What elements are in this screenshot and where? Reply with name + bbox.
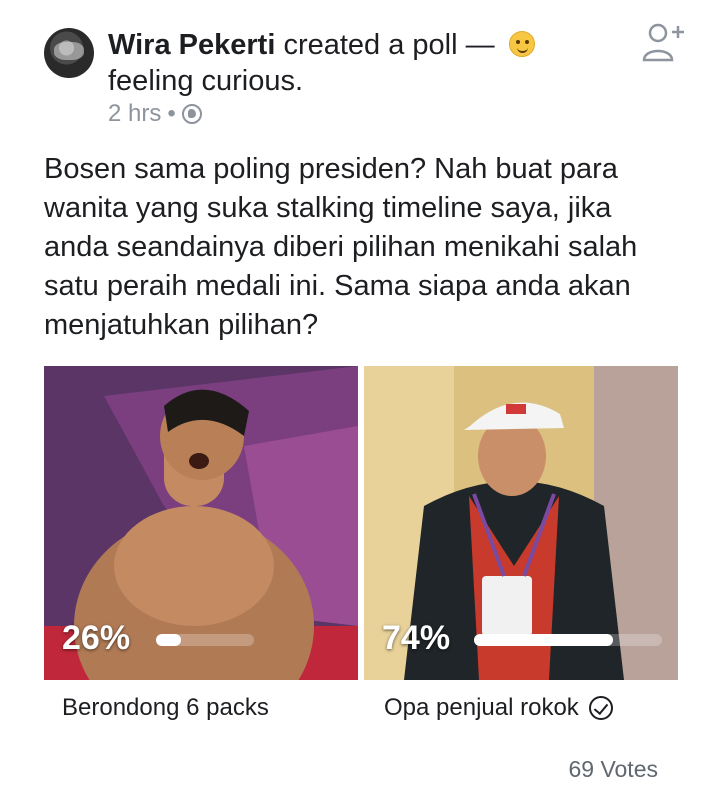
poll-option-percent: 74% [382, 619, 451, 657]
avatar[interactable] [44, 28, 94, 78]
poll-progress-track [156, 634, 254, 646]
post-action-text: created a poll — [283, 29, 495, 61]
timestamp[interactable]: 2 hrs [108, 99, 161, 129]
post-body-text: Bosen sama poling presiden? Nah buat par… [44, 153, 638, 341]
post-card: Wira Pekerti created a poll — feeling cu… [0, 0, 720, 798]
poll-option-percent: 26% [62, 619, 131, 657]
checkmark-icon [588, 696, 613, 720]
globe-icon[interactable] [181, 104, 202, 124]
poll-option-1[interactable]: 26% [44, 366, 358, 680]
smiley-icon [508, 31, 535, 57]
meta-separator: • [167, 100, 176, 127]
poll-option-label[interactable]: Berondong 6 packs [62, 694, 269, 722]
author-name[interactable]: Wira Pekerti [108, 29, 275, 61]
votes-count[interactable]: 69 Votes [568, 756, 658, 783]
post-header: Wira Pekerti created a poll — [108, 26, 535, 64]
poll-option-label-text: Berondong 6 packs [62, 694, 269, 721]
poll-progress-fill [156, 634, 182, 646]
poll-option-label-text: Opa penjual rokok [384, 694, 579, 721]
feeling-text: feeling curious. [108, 65, 304, 97]
poll-option-label[interactable]: Opa penjual rokok [384, 694, 613, 722]
poll-progress-fill [474, 634, 614, 646]
add-friend-icon[interactable] [640, 18, 688, 66]
poll-option-2[interactable]: 74% [364, 366, 678, 680]
poll-progress-track [474, 634, 662, 646]
post-meta: 2 hrs • [108, 99, 202, 129]
